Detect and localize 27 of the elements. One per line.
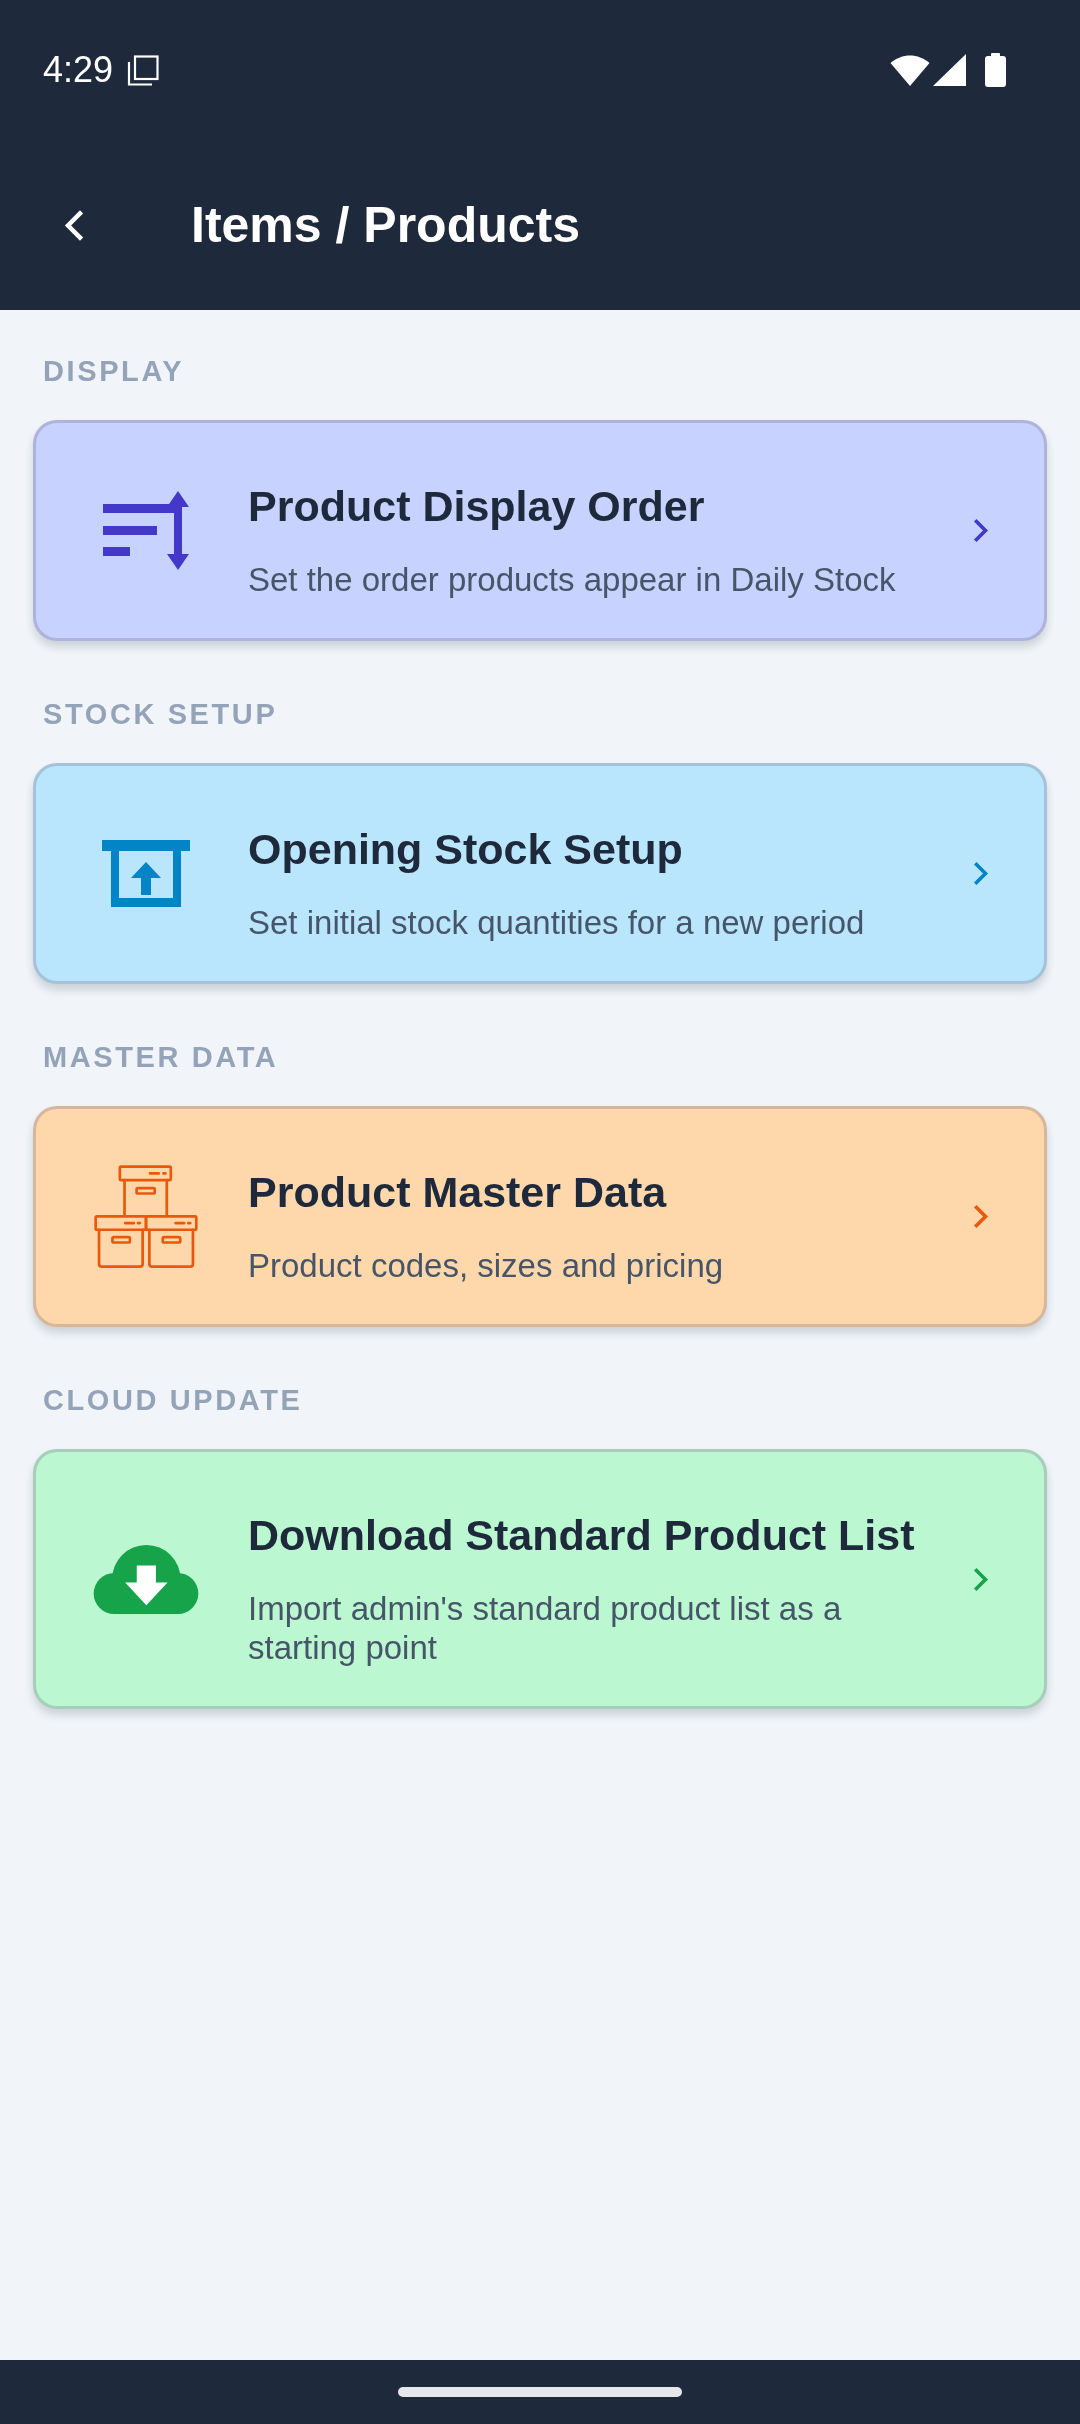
card-title: Product Master Data [248,1167,667,1218]
menu-card[interactable]: Opening Stock Setup Set initial stock quantities for a new period [33,763,1047,984]
section-label: CLOUD UPDATE [42,1383,303,1418]
chevron-left-icon [62,209,84,241]
app-bar-title: Items / Products [191,196,580,255]
section-label: MASTER DATA [42,1040,279,1075]
battery-icon [985,53,1006,87]
chevron-right-icon [973,1566,989,1592]
section-label: STOCK SETUP [42,697,278,732]
card-title: Product Display Order [248,481,705,532]
chevron-right-icon [973,861,989,886]
card-subtitle: Import admin's standard product list as a starting point [248,1589,843,1667]
card-title: Opening Stock Setup [248,824,683,875]
chevron-right-icon [973,518,989,543]
chevron-right-icon [973,1204,989,1229]
menu-card[interactable]: Product Master Data Product codes, sizes and pricing [33,1106,1047,1327]
card-title: Download Standard Product List [248,1510,915,1561]
card-subtitle: Set the order products appear in Daily Stock [248,560,896,599]
signal-icon [933,54,966,86]
card-subtitle: Product codes, sizes and pricing [248,1246,724,1285]
menu-card[interactable]: Download Standard Product List Import admin's standard product list as a starting point [33,1449,1047,1709]
menu-card[interactable]: Product Display Order Set the order products appear in Daily Stock [33,420,1047,641]
status-time: 4:29 [43,49,114,91]
wifi-icon [890,54,930,86]
card-subtitle: Set initial stock quantities for a new period [248,903,865,942]
stacked-squares-icon [127,54,160,86]
section-label: DISPLAY [42,354,185,389]
